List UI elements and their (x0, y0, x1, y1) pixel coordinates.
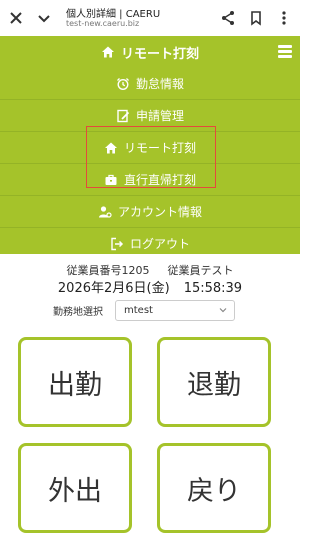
menu-item-remote-punch[interactable]: リモート打刻 (0, 132, 300, 164)
user-gear-icon (98, 205, 112, 218)
alarm-clock-icon (117, 77, 129, 90)
page-title: リモート打刻 (120, 46, 199, 62)
briefcase-icon (105, 174, 117, 185)
bookmark-icon[interactable] (246, 8, 266, 28)
edit-document-icon (117, 109, 130, 122)
current-datetime: 2026年2月6日(金) 15:58:39 (0, 277, 300, 296)
go-out-button[interactable]: 外出 (18, 443, 132, 533)
more-vert-icon[interactable] (274, 8, 294, 28)
nav-menu: 勤怠情報 申請管理 リモート打刻 直行直帰打刻 アカウント情報 ログアウト (0, 68, 300, 254)
employee-number: 従業員番号1205 (66, 264, 150, 277)
menu-item-label: リモート打刻 (123, 141, 196, 155)
menu-item-label: 勤怠情報 (135, 77, 184, 91)
browser-toolbar: 個人別詳細 | CAERU test-new.caeru.biz (0, 0, 300, 37)
home-icon (101, 46, 114, 58)
chevron-down-icon[interactable] (34, 8, 54, 28)
browser-url[interactable]: test-new.caeru.biz (66, 19, 139, 28)
employee-info: 従業員番号1205 従業員テスト (0, 262, 300, 278)
menu-item-label: アカウント情報 (117, 205, 202, 219)
logout-icon (111, 237, 124, 250)
chevron-down-icon (219, 308, 227, 313)
menu-item-attendance[interactable]: 勤怠情報 (0, 68, 300, 100)
location-select[interactable]: mtest (115, 300, 235, 321)
current-time: 15:58:39 (183, 281, 243, 296)
home-icon (104, 142, 117, 153)
menu-item-requests[interactable]: 申請管理 (0, 100, 300, 132)
employee-name: 従業員テスト (167, 264, 234, 277)
clock-in-button[interactable]: 出勤 (18, 337, 132, 427)
return-button[interactable]: 戻り (157, 443, 271, 533)
menu-item-label: 申請管理 (135, 109, 184, 123)
close-icon[interactable] (6, 8, 26, 28)
menu-item-logout[interactable]: ログアウト (0, 228, 300, 259)
location-select-value: mtest (124, 305, 153, 316)
app-header: リモート打刻 (0, 36, 300, 69)
current-date: 2026年2月6日(金) (57, 281, 170, 296)
hamburger-icon[interactable] (278, 45, 292, 59)
share-icon[interactable] (218, 8, 238, 28)
clock-out-button[interactable]: 退勤 (157, 337, 271, 427)
menu-item-label: ログアウト (129, 237, 190, 251)
location-label: 勤務地選択 (53, 307, 103, 318)
browser-page-title: 個人別詳細 | CAERU (66, 9, 161, 20)
menu-item-label: 直行直帰打刻 (123, 173, 196, 187)
menu-item-account[interactable]: アカウント情報 (0, 196, 300, 228)
menu-item-direct-punch[interactable]: 直行直帰打刻 (0, 164, 300, 196)
